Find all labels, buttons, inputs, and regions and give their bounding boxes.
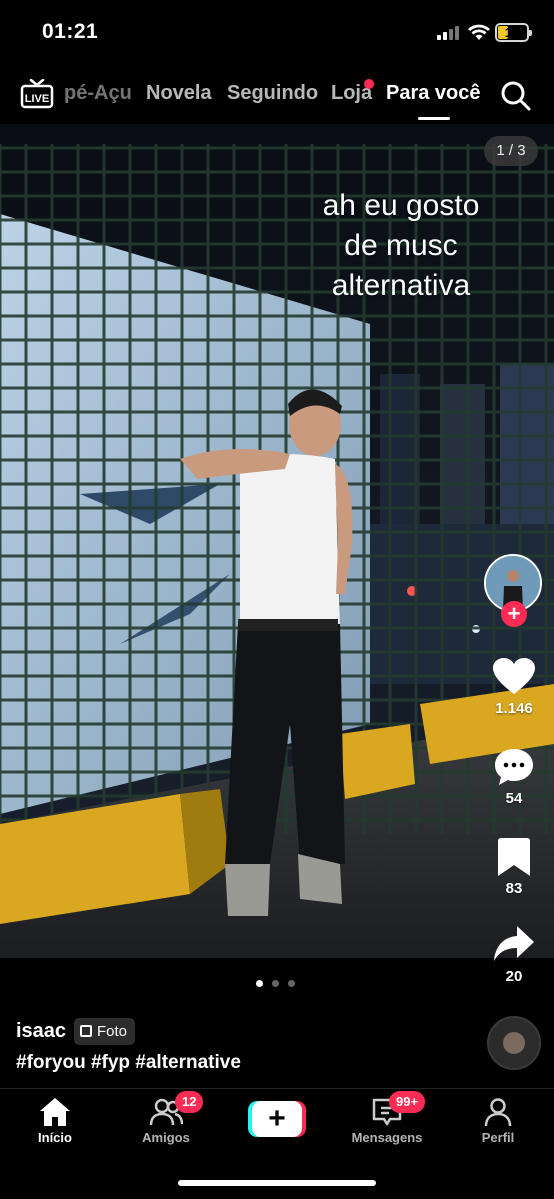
messages-badge: 99+ <box>389 1091 426 1113</box>
like-button[interactable]: 1.146 <box>484 658 544 717</box>
share-button[interactable]: 20 <box>484 924 544 985</box>
profile-icon <box>484 1098 512 1127</box>
badge-label: Foto <box>97 1023 128 1040</box>
cellular-signal-icon <box>437 26 463 40</box>
share-count: 20 <box>505 968 523 985</box>
slide-dot <box>288 980 295 987</box>
save-button[interactable]: 83 <box>484 838 544 897</box>
save-count: 83 <box>505 880 523 897</box>
status-time: 01:21 <box>42 20 99 43</box>
slide-dot <box>272 980 279 987</box>
friends-badge: 12 <box>175 1091 204 1113</box>
like-count: 1.146 <box>495 700 533 717</box>
tab-novela[interactable]: Novela <box>146 82 212 105</box>
tab-seguindo[interactable]: Seguindo <box>227 82 318 105</box>
overlay-line: de musc <box>344 229 458 262</box>
status-bar: 01:21 10 <box>0 0 554 62</box>
share-arrow-icon <box>494 926 534 961</box>
nav-label: Início <box>38 1130 72 1145</box>
live-tv-icon[interactable]: LIVE <box>20 79 54 109</box>
overlay-line: alternativa <box>331 269 471 302</box>
search-icon[interactable] <box>500 80 532 112</box>
creator-avatar[interactable]: + <box>484 554 542 627</box>
home-icon <box>40 1098 70 1126</box>
photo-type-badge: Foto <box>74 1018 136 1045</box>
nav-label: Perfil <box>481 1130 515 1145</box>
comment-icon <box>495 749 533 785</box>
tab-pe-acu[interactable]: pé-Açu <box>64 82 132 105</box>
notification-dot <box>364 79 374 89</box>
nav-mensagens[interactable]: Mensagens 99+ <box>342 1091 432 1145</box>
nav-amigos[interactable]: Amigos 12 <box>121 1091 211 1145</box>
comment-button[interactable]: 54 <box>484 748 544 807</box>
follow-button[interactable]: + <box>501 601 527 627</box>
svg-text:LIVE: LIVE <box>25 93 49 105</box>
battery-level: 10 <box>504 25 520 40</box>
post-hashtags[interactable]: #foryou #fyp #alternative <box>16 1052 241 1074</box>
nav-inicio[interactable]: Início <box>10 1097 100 1145</box>
photo-text-overlay: ah eu gosto de musc alternativa <box>290 186 512 306</box>
battery-icon: 10 <box>495 23 532 42</box>
slide-dot-active <box>256 980 263 987</box>
tab-para-voce[interactable]: Para você <box>386 82 481 120</box>
creator-username[interactable]: isaac <box>16 1020 66 1043</box>
create-button[interactable]: + <box>248 1101 306 1137</box>
overlay-line: ah eu gosto <box>322 189 480 222</box>
comment-count: 54 <box>505 790 523 807</box>
home-indicator[interactable] <box>178 1180 376 1186</box>
nav-label: Amigos <box>142 1130 190 1145</box>
top-nav: LIVE pé-Açu Novela Seguindo Loja Para vo… <box>0 62 554 124</box>
heart-icon <box>493 658 535 694</box>
slide-indicator <box>256 980 302 988</box>
create-plus-icon: + <box>252 1101 302 1137</box>
photo-stack-icon <box>80 1025 92 1037</box>
nav-perfil[interactable]: Perfil <box>453 1097 543 1145</box>
bookmark-icon <box>498 838 530 876</box>
sound-disc-icon[interactable] <box>487 1016 541 1070</box>
photo-counter: 1 / 3 <box>484 136 538 166</box>
wifi-icon <box>468 24 490 40</box>
nav-label: Mensagens <box>351 1130 423 1145</box>
